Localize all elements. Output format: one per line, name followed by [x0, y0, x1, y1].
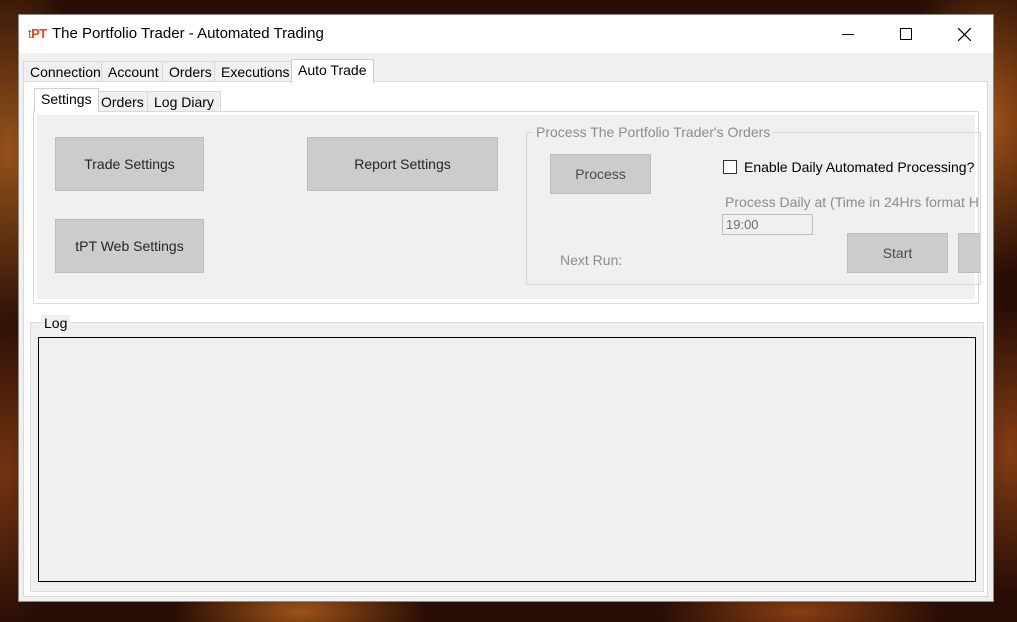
window-title: The Portfolio Trader - Automated Trading [52, 25, 324, 42]
minimize-button[interactable] [825, 15, 871, 53]
close-icon [957, 27, 971, 41]
subtab-settings[interactable]: Settings [34, 88, 99, 112]
enable-daily-checkbox[interactable] [723, 160, 737, 174]
maximize-icon [900, 28, 912, 40]
maximize-button[interactable] [883, 15, 929, 53]
next-run-label: Next Run: [560, 252, 623, 268]
report-settings-button[interactable]: Report Settings [307, 137, 498, 191]
subtab-log-diary[interactable]: Log Diary [147, 91, 221, 112]
web-settings-button[interactable]: tPT Web Settings [55, 219, 204, 273]
tab-account[interactable]: Account [101, 61, 166, 82]
app-logo: tPT [28, 26, 47, 41]
settings-panel: Trade Settings Report Settings tPT Web S… [33, 111, 981, 304]
tab-executions[interactable]: Executions [214, 61, 297, 82]
log-group-legend: Log [41, 315, 71, 331]
log-textbox[interactable] [38, 337, 976, 582]
tab-auto-trade[interactable]: Auto Trade [291, 59, 374, 83]
process-group-legend: Process The Portfolio Trader's Orders [533, 124, 774, 140]
settings-area: Trade Settings Report Settings tPT Web S… [37, 115, 981, 299]
close-button[interactable] [941, 15, 987, 53]
stop-button-partial[interactable] [958, 233, 980, 273]
subtab-orders[interactable]: Orders [94, 91, 151, 112]
daily-time-input[interactable] [722, 214, 813, 235]
tab-connection[interactable]: Connection [23, 61, 108, 82]
start-button[interactable]: Start [847, 233, 948, 273]
process-button[interactable]: Process [550, 154, 651, 194]
process-orders-group: Process Enable Daily Automated Processin… [526, 132, 981, 285]
title-bar[interactable]: tPT The Portfolio Trader - Automated Tra… [19, 15, 993, 53]
trade-settings-button[interactable]: Trade Settings [55, 137, 204, 191]
daily-time-label: Process Daily at (Time in 24Hrs format H… [725, 194, 980, 210]
enable-daily-label: Enable Daily Automated Processing? [744, 159, 975, 175]
app-window: tPT The Portfolio Trader - Automated Tra… [18, 14, 994, 602]
minimize-icon [842, 34, 854, 35]
auto-trade-panel: Settings Orders Log Diary Trade Settings… [23, 81, 988, 597]
tab-orders[interactable]: Orders [162, 61, 219, 82]
